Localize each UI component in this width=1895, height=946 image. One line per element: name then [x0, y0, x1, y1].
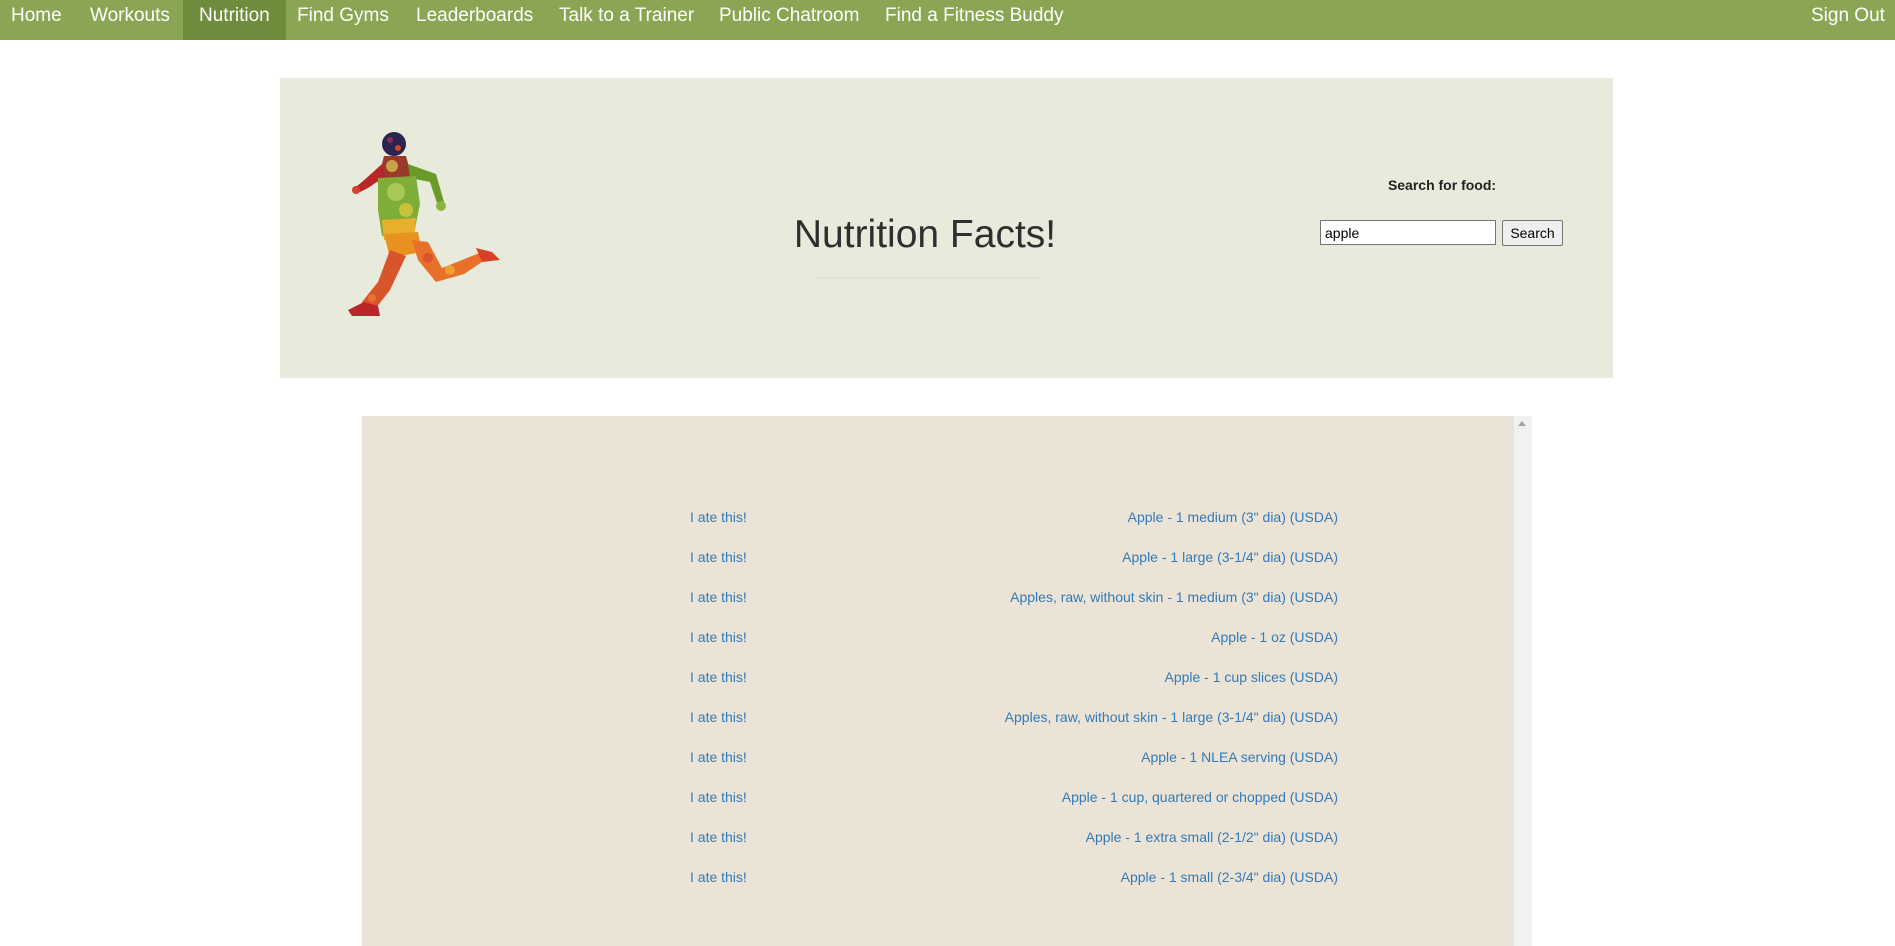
food-item-link[interactable]: Apple - 1 medium (3" dia) (USDA) [1128, 507, 1338, 527]
food-item-link[interactable]: Apples, raw, without skin - 1 large (3-1… [1005, 707, 1338, 727]
nav-leaderboards[interactable]: Leaderboards [416, 0, 533, 40]
search-button[interactable]: Search [1502, 220, 1563, 246]
food-item-link[interactable]: Apple - 1 oz (USDA) [1211, 627, 1338, 647]
scroll-up-arrow-icon[interactable] [1518, 421, 1526, 426]
i-ate-this-link[interactable]: I ate this! [690, 827, 747, 847]
result-row: I ate this! Apple - 1 medium (3" dia) (U… [362, 507, 1514, 547]
title-divider [812, 277, 1044, 278]
nav-find-fitness-buddy[interactable]: Find a Fitness Buddy [885, 0, 1063, 40]
nav-workouts[interactable]: Workouts [79, 0, 181, 40]
result-row: I ate this! Apples, raw, without skin - … [362, 587, 1514, 627]
nav-find-gyms[interactable]: Find Gyms [297, 0, 389, 40]
nav-nutrition[interactable]: Nutrition [183, 0, 286, 40]
result-row: I ate this! Apple - 1 NLEA serving (USDA… [362, 747, 1514, 787]
food-item-link[interactable]: Apples, raw, without skin - 1 medium (3"… [1010, 587, 1338, 607]
food-item-link[interactable]: Apple - 1 NLEA serving (USDA) [1141, 747, 1338, 767]
fruit-runner-icon [348, 132, 500, 316]
food-item-link[interactable]: Apple - 1 large (3-1/4" dia) (USDA) [1122, 547, 1338, 567]
i-ate-this-link[interactable]: I ate this! [690, 587, 747, 607]
i-ate-this-link[interactable]: I ate this! [690, 507, 747, 527]
i-ate-this-link[interactable]: I ate this! [690, 547, 747, 567]
result-row: I ate this! Apple - 1 cup, quartered or … [362, 787, 1514, 827]
nav-home[interactable]: Home [0, 0, 73, 40]
food-item-link[interactable]: Apple - 1 cup, quartered or chopped (USD… [1062, 787, 1338, 807]
i-ate-this-link[interactable]: I ate this! [690, 667, 747, 687]
i-ate-this-link[interactable]: I ate this! [690, 627, 747, 647]
i-ate-this-link[interactable]: I ate this! [690, 867, 747, 887]
i-ate-this-link[interactable]: I ate this! [690, 747, 747, 767]
i-ate-this-link[interactable]: I ate this! [690, 787, 747, 807]
i-ate-this-link[interactable]: I ate this! [690, 707, 747, 727]
nav-talk-to-trainer[interactable]: Talk to a Trainer [559, 0, 694, 40]
food-item-link[interactable]: Apple - 1 small (2-3/4" dia) (USDA) [1121, 867, 1338, 887]
result-row: I ate this! Apple - 1 oz (USDA) [362, 627, 1514, 667]
result-row: I ate this! Apple - 1 cup slices (USDA) [362, 667, 1514, 707]
food-item-link[interactable]: Apple - 1 extra small (2-1/2" dia) (USDA… [1086, 827, 1338, 847]
runner-head [382, 132, 406, 156]
nav-public-chatroom[interactable]: Public Chatroom [719, 0, 859, 40]
food-item-link[interactable]: Apple - 1 cup slices (USDA) [1164, 667, 1338, 687]
results-scrollbar[interactable] [1514, 416, 1532, 946]
result-row: I ate this! Apple - 1 small (2-3/4" dia)… [362, 867, 1514, 907]
result-row: I ate this! Apple - 1 large (3-1/4" dia)… [362, 547, 1514, 587]
result-row: I ate this! Apples, raw, without skin - … [362, 707, 1514, 747]
food-search-input[interactable] [1320, 220, 1496, 245]
result-row: I ate this! Apple - 1 extra small (2-1/2… [362, 827, 1514, 867]
search-label: Search for food: [1387, 177, 1497, 193]
top-navbar: Home Workouts Nutrition Find Gyms Leader… [0, 0, 1895, 40]
page-title: Nutrition Facts! [793, 213, 1057, 256]
sign-out-link[interactable]: Sign Out [1811, 0, 1885, 40]
